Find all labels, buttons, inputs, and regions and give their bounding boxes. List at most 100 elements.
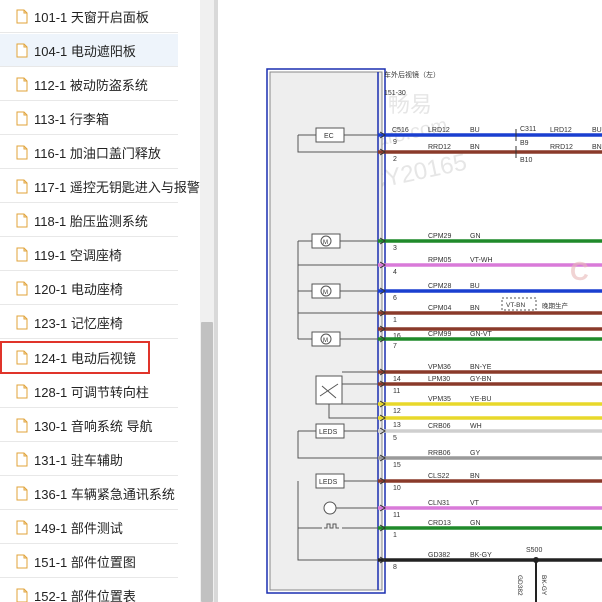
- circuit-label: LRD12: [428, 127, 450, 134]
- pin-number: 7: [393, 343, 397, 350]
- pin-number: 9: [393, 139, 397, 146]
- svg-text:M: M: [323, 338, 328, 344]
- sidebar-item-120-1[interactable]: 120-1 电动座椅: [0, 272, 178, 305]
- sidebar-item-116-1[interactable]: 116-1 加油口盖门释放: [0, 136, 178, 169]
- sidebar-item-label: 104-1 电动遮阳板: [34, 43, 136, 59]
- sidebar-item-112-1[interactable]: 112-1 被动防盗系统: [0, 68, 178, 101]
- scrollbar-thumb[interactable]: [201, 322, 213, 602]
- circuit-label: CPM29: [428, 233, 451, 240]
- circuit-label: CLS22: [428, 473, 450, 480]
- svg-text:M: M: [323, 290, 328, 296]
- circuit-label: CPM28: [428, 283, 451, 290]
- wire-color-code: BN: [470, 144, 480, 151]
- ec-label: EC: [324, 133, 334, 140]
- circuit-label: CRD13: [428, 520, 451, 527]
- document-icon: [16, 145, 28, 160]
- pin-number: 12: [393, 408, 401, 415]
- sidebar-item-124-1[interactable]: 124-1 电动后视镜: [0, 341, 150, 374]
- sidebar-item-label: 112-1 被动防盗系统: [34, 77, 148, 93]
- document-icon: [16, 520, 28, 535]
- circuit-label: VPM35: [428, 396, 451, 403]
- sidebar-item-label: 119-1 空调座椅: [34, 247, 122, 263]
- document-icon: [16, 111, 28, 126]
- leds-label: LEDS: [319, 429, 338, 436]
- sidebar: 101-1 天窗开启面板 104-1 电动遮阳板 112-1 被动防盗系统 11…: [0, 0, 200, 602]
- pin-number: B10: [520, 157, 533, 164]
- pin-number: 10: [393, 485, 401, 492]
- sidebar-item-label: 117-1 遥控无钥匙进入与报警: [34, 179, 200, 195]
- sidebar-item-104-1[interactable]: 104-1 电动遮阳板: [0, 34, 178, 67]
- wiring-diagram-view: 畅易 car8.com CY20165 车外后视镜（左） 151-30 C516…: [218, 0, 602, 602]
- circuit-label: CLN31: [428, 500, 450, 507]
- sidebar-item-119-1[interactable]: 119-1 空调座椅: [0, 238, 178, 271]
- position-sensor-icon: [315, 375, 343, 405]
- circuit-label: LRD12: [550, 127, 572, 134]
- document-icon: [16, 179, 28, 194]
- circuit-label: VPM36: [428, 364, 451, 371]
- pin-number: 1: [393, 317, 397, 324]
- wire-color-code: VT-WH: [470, 257, 493, 264]
- sidebar-item-label: 116-1 加油口盖门释放: [34, 145, 161, 161]
- pin-number: 11: [393, 512, 400, 519]
- sidebar-item-113-1[interactable]: 113-1 行李箱: [0, 102, 178, 135]
- circuit-label: CPM04: [428, 305, 451, 312]
- wire-color-code: VT: [470, 500, 480, 507]
- diagram-title: 车外后视镜（左）: [384, 70, 440, 79]
- sidebar-item-149-1[interactable]: 149-1 部件测试: [0, 511, 178, 544]
- document-icon: [16, 384, 28, 399]
- sidebar-item-151-1[interactable]: 151-1 部件位置图: [0, 545, 178, 578]
- connector-label: C516: [392, 127, 409, 134]
- document-icon: [16, 247, 28, 262]
- sidebar-item-label: 128-1 可调节转向柱: [34, 384, 149, 400]
- document-icon: [16, 315, 28, 330]
- pin-number: 6: [393, 295, 397, 302]
- sidebar-item-136-1[interactable]: 136-1 车辆紧急通讯系统: [0, 477, 178, 510]
- sidebar-item-117-1[interactable]: 117-1 遥控无钥匙进入与报警: [0, 170, 200, 203]
- circuit-label: CRB06: [428, 423, 451, 430]
- wire-color-code: BN: [470, 305, 480, 312]
- wire-color-code: BN: [470, 473, 480, 480]
- wire-color-code: BU: [470, 283, 480, 290]
- wire-color-code: GN-VT: [470, 331, 493, 338]
- page-reference: 151-30: [384, 90, 406, 97]
- sidebar-item-label: 123-1 记忆座椅: [34, 315, 123, 331]
- sidebar-item-label: 118-1 胎压监测系统: [34, 213, 148, 229]
- sidebar-item-131-1[interactable]: 131-1 驻车辅助: [0, 443, 178, 476]
- sidebar-item-128-1[interactable]: 128-1 可调节转向柱: [0, 375, 178, 408]
- late-production-note: 晚期生产: [542, 301, 569, 310]
- pin-number: 8: [393, 564, 397, 571]
- sidebar-item-118-1[interactable]: 118-1 胎压监测系统: [0, 204, 178, 237]
- document-icon: [16, 554, 28, 569]
- circuit-label: LPM30: [428, 376, 450, 383]
- wire-color-code: BN-YE: [470, 364, 492, 371]
- sidebar-item-101-1[interactable]: 101-1 天窗开启面板: [0, 0, 178, 33]
- document-icon: [16, 77, 28, 92]
- sidebar-item-label: 131-1 驻车辅助: [34, 452, 123, 468]
- sidebar-item-label: 101-1 天窗开启面板: [34, 9, 149, 25]
- motor-icon: M: [311, 283, 341, 299]
- sidebar-item-label: 149-1 部件测试: [34, 520, 123, 536]
- pin-number: 1: [393, 532, 397, 539]
- document-icon: [16, 281, 28, 296]
- wire-color-code: WH: [470, 423, 482, 430]
- motor-icon: M: [311, 233, 341, 249]
- document-icon: [16, 418, 28, 433]
- sidebar-item-152-1[interactable]: 152-1 部件位置表: [0, 579, 178, 602]
- wire-color-code: GN: [470, 520, 481, 527]
- document-icon: [16, 350, 28, 365]
- sidebar-item-label: 124-1 电动后视镜: [34, 350, 136, 366]
- pin-number: 14: [393, 376, 401, 383]
- sidebar-item-label: 136-1 车辆紧急通讯系统: [34, 486, 175, 502]
- pin-number: 11: [393, 388, 400, 395]
- sidebar-item-123-1[interactable]: 123-1 记忆座椅: [0, 306, 178, 339]
- sidebar-item-130-1[interactable]: 130-1 音响系统 导航: [0, 409, 178, 442]
- svg-text:M: M: [323, 240, 328, 246]
- pin-number: 15: [393, 462, 401, 469]
- sidebar-scrollbar[interactable]: [200, 0, 214, 602]
- circuit-label: RPM05: [428, 257, 451, 264]
- document-icon: [16, 43, 28, 58]
- circuit-label: GD382: [428, 552, 450, 559]
- wire-color-code: BN: [592, 144, 602, 151]
- pin-number: 3: [393, 245, 397, 252]
- splice-label: S500: [526, 547, 542, 554]
